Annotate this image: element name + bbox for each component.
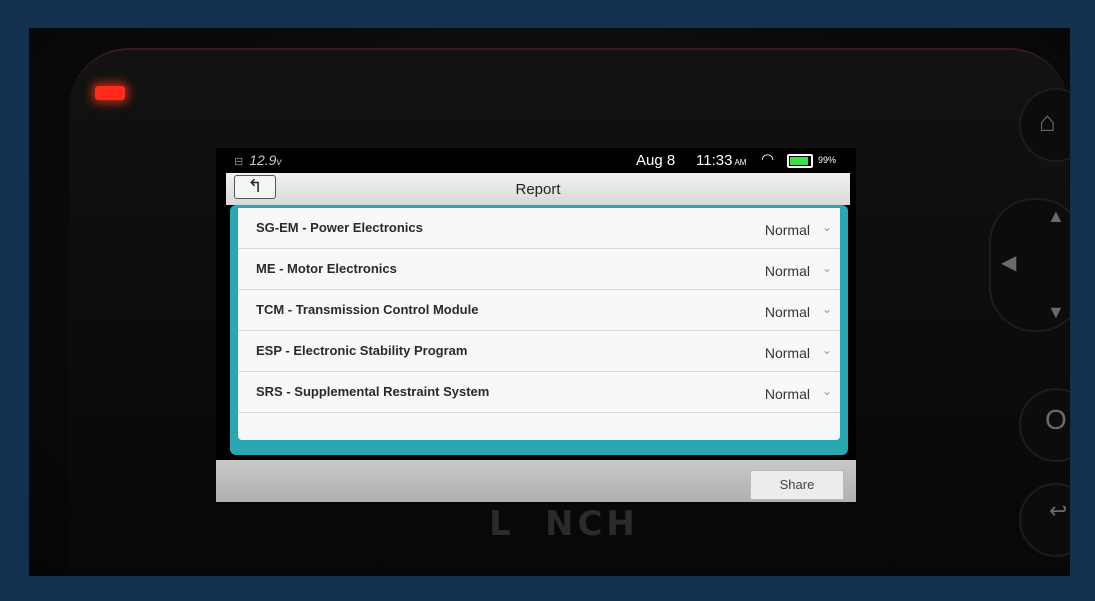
bottom-toolbar: Share	[216, 460, 856, 502]
status-bar: ⊟ 12.9v Aug 8 11:33 AM ◠ 99%	[216, 148, 856, 172]
report-row[interactable]: SG-EM - Power Electronics Normal ⌄	[238, 208, 840, 249]
module-status: Normal	[764, 263, 810, 279]
chevron-down-icon[interactable]: ⌄	[822, 343, 832, 357]
brand-logo: LANCH	[489, 504, 639, 544]
status-time: 11:33 AM	[696, 152, 747, 169]
photo-frame: ⌂ ◀ ▲ ▼ O ↩ LANCH ⊟12.9v Aug 8 11:33AM ◠…	[29, 28, 1070, 576]
report-row[interactable]: SRS - Supplemental Restraint System Norm…	[238, 372, 840, 413]
report-list: SG-EM - Power Electronics Normal ⌄ ME - …	[238, 208, 840, 440]
module-name: SRS - Supplemental Restraint System	[256, 384, 490, 399]
report-row[interactable]: TCM - Transmission Control Module Normal…	[238, 290, 840, 331]
report-panel: SG-EM - Power Electronics Normal ⌄ ME - …	[230, 205, 848, 455]
share-button[interactable]: Share	[750, 470, 844, 500]
return-icon: ↩	[1049, 498, 1068, 523]
page-title: Report	[515, 181, 561, 198]
power-led	[95, 86, 125, 100]
chevron-down-icon[interactable]: ⌄	[822, 384, 832, 398]
status-date: Aug 8	[636, 152, 676, 169]
report-row[interactable]: ESP - Electronic Stability Program Norma…	[238, 331, 840, 372]
battery-voltage-icon: ⊟	[234, 156, 244, 168]
module-name: ME - Motor Electronics	[256, 261, 397, 276]
module-status: Normal	[764, 304, 810, 320]
report-header: ↰ Report	[226, 173, 850, 205]
battery-percent: 99%	[818, 155, 837, 165]
module-name: SG-EM - Power Electronics	[256, 220, 423, 235]
module-name: ESP - Electronic Stability Program	[256, 343, 468, 358]
report-row[interactable]: ME - Motor Electronics Normal ⌄	[238, 249, 840, 290]
home-icon: ⌂	[1039, 106, 1056, 137]
module-status: Normal	[764, 222, 810, 238]
wifi-icon: ◠	[761, 151, 775, 168]
ok-icon: O	[1045, 404, 1067, 435]
up-arrow-icon: ▲	[1047, 206, 1065, 226]
device-screen: ⊟ 12.9v Aug 8 11:33 AM ◠ 99% ↰ Report SG-E…	[216, 148, 856, 502]
module-status: Normal	[764, 345, 810, 361]
down-arrow-icon: ▼	[1047, 302, 1065, 322]
chevron-down-icon[interactable]: ⌄	[822, 302, 832, 316]
chevron-down-icon[interactable]: ⌄	[822, 220, 832, 234]
module-status: Normal	[764, 386, 810, 402]
module-name: TCM - Transmission Control Module	[256, 302, 479, 317]
left-arrow-icon: ◀	[1001, 252, 1017, 274]
chevron-down-icon[interactable]: ⌄	[822, 261, 832, 275]
voltage-readout: ⊟ 12.9v	[234, 152, 282, 168]
battery-icon	[787, 154, 813, 168]
